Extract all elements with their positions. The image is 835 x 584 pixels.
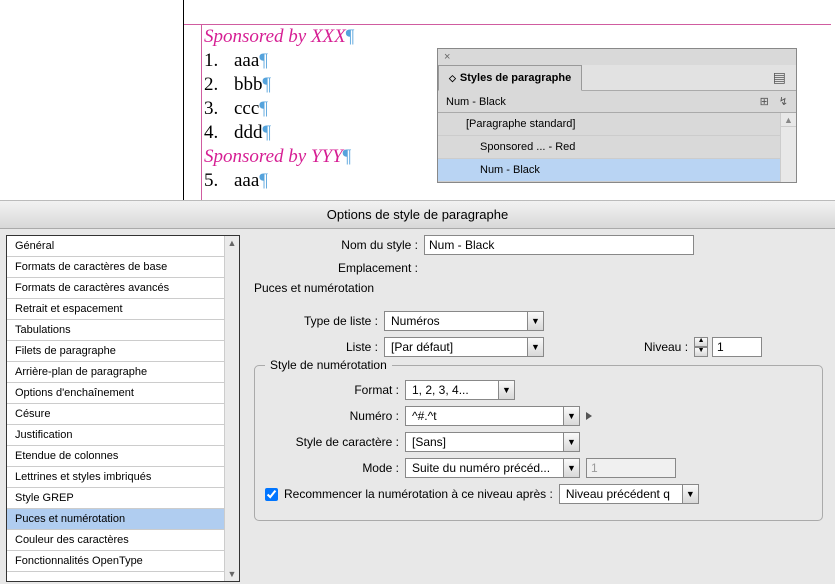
scroll-up-icon[interactable]: ▲ xyxy=(225,236,239,250)
panel-menu-icon[interactable]: ▤ xyxy=(763,65,796,90)
sort-icon: ◇ xyxy=(449,73,456,84)
sidebar-item[interactable]: Formats de caractères avancés xyxy=(7,278,224,299)
current-style-label: Num - Black xyxy=(446,96,506,108)
sidebar-item[interactable]: Arrière-plan de paragraphe xyxy=(7,362,224,383)
section-heading: Puces et numérotation xyxy=(254,281,823,295)
restart-level-select[interactable]: Niveau précédent q ▼ xyxy=(559,484,699,504)
sidebar-item[interactable]: Style GREP xyxy=(7,488,224,509)
pilcrow-icon: ¶ xyxy=(346,26,355,47)
play-icon[interactable] xyxy=(586,412,592,420)
new-style-icon[interactable]: ⊞ xyxy=(760,95,769,108)
level-label: Niveau : xyxy=(644,340,688,354)
restart-numbering-checkbox[interactable] xyxy=(265,488,278,501)
mode-number-input xyxy=(586,458,676,478)
chevron-down-icon[interactable]: ▼ xyxy=(563,433,579,451)
sidebar-item[interactable]: Tabulations xyxy=(7,320,224,341)
sponsored-heading: Sponsored by XXX¶ xyxy=(202,25,831,49)
panel-tab[interactable]: ◇ Styles de paragraphe xyxy=(438,65,582,91)
scroll-up-icon[interactable]: ▲ xyxy=(781,113,796,127)
sidebar-item[interactable]: Lettrines et styles imbriqués xyxy=(7,467,224,488)
level-input[interactable] xyxy=(712,337,762,357)
style-list-item[interactable]: Sponsored ... - Red xyxy=(438,136,780,159)
sidebar-item[interactable]: Justification xyxy=(7,425,224,446)
char-style-select[interactable]: [Sans] ▼ xyxy=(405,432,580,452)
style-name-label: Nom du style : xyxy=(254,238,424,252)
paragraph-style-options-dialog: Options de style de paragraphe GénéralFo… xyxy=(0,200,835,584)
chevron-down-icon[interactable]: ▼ xyxy=(498,381,514,399)
sidebar-item[interactable]: Césure xyxy=(7,404,224,425)
sidebar-item[interactable]: Etendue de colonnes xyxy=(7,446,224,467)
dialog-title: Options de style de paragraphe xyxy=(0,201,835,229)
chevron-down-icon[interactable]: ▼ xyxy=(527,312,543,330)
list-type-select[interactable]: Numéros ▼ xyxy=(384,311,544,331)
chevron-down-icon[interactable]: ▼ xyxy=(527,338,543,356)
mode-select[interactable]: Suite du numéro précéd... ▼ xyxy=(405,458,580,478)
scroll-down-icon[interactable]: ▼ xyxy=(225,567,239,581)
location-label: Emplacement : xyxy=(254,261,424,275)
style-list-item[interactable]: Num - Black xyxy=(438,159,780,182)
sidebar-item[interactable]: Retrait et espacement xyxy=(7,299,224,320)
sidebar-item[interactable]: Fonctionnalités OpenType xyxy=(7,551,224,572)
sidebar-item[interactable]: Couleur des caractères xyxy=(7,530,224,551)
style-list-item[interactable]: [Paragraphe standard] xyxy=(438,113,780,136)
format-select[interactable]: 1, 2, 3, 4... ▼ xyxy=(405,380,515,400)
sidebar-item[interactable]: Puces et numérotation xyxy=(7,509,224,530)
mode-label: Mode : xyxy=(265,461,405,475)
sidebar-item[interactable]: Filets de paragraphe xyxy=(7,341,224,362)
list-label: Liste : xyxy=(254,340,384,354)
sidebar-item[interactable]: Formats de caractères de base xyxy=(7,257,224,278)
list-type-label: Type de liste : xyxy=(254,314,384,328)
chevron-down-icon[interactable]: ▼ xyxy=(563,407,579,425)
sidebar-item[interactable]: Options d'enchaînement xyxy=(7,383,224,404)
sidebar-item[interactable]: Général xyxy=(7,236,224,257)
flash-icon[interactable]: ↯ xyxy=(779,95,788,108)
format-label: Format : xyxy=(265,383,405,397)
chevron-down-icon[interactable]: ▼ xyxy=(563,459,579,477)
char-style-label: Style de caractère : xyxy=(265,435,405,449)
chevron-down-icon[interactable]: ▼ xyxy=(682,485,698,503)
paragraph-styles-panel[interactable]: × ◇ Styles de paragraphe ▤ Num - Black ⊞… xyxy=(437,48,797,183)
fieldset-legend: Style de numérotation xyxy=(265,358,392,372)
numbering-style-fieldset: Style de numérotation Format : 1, 2, 3, … xyxy=(254,365,823,521)
style-name-input[interactable] xyxy=(424,235,694,255)
number-label: Numéro : xyxy=(265,409,405,423)
restart-numbering-label: Recommencer la numérotation à ce niveau … xyxy=(284,487,553,501)
number-input[interactable]: ^#.^t ▼ xyxy=(405,406,580,426)
dialog-sidebar: GénéralFormats de caractères de baseForm… xyxy=(6,235,240,582)
level-stepper[interactable]: ▲ ▼ xyxy=(694,337,708,357)
list-select[interactable]: [Par défaut] ▼ xyxy=(384,337,544,357)
panel-close-icon[interactable]: × xyxy=(438,49,796,65)
